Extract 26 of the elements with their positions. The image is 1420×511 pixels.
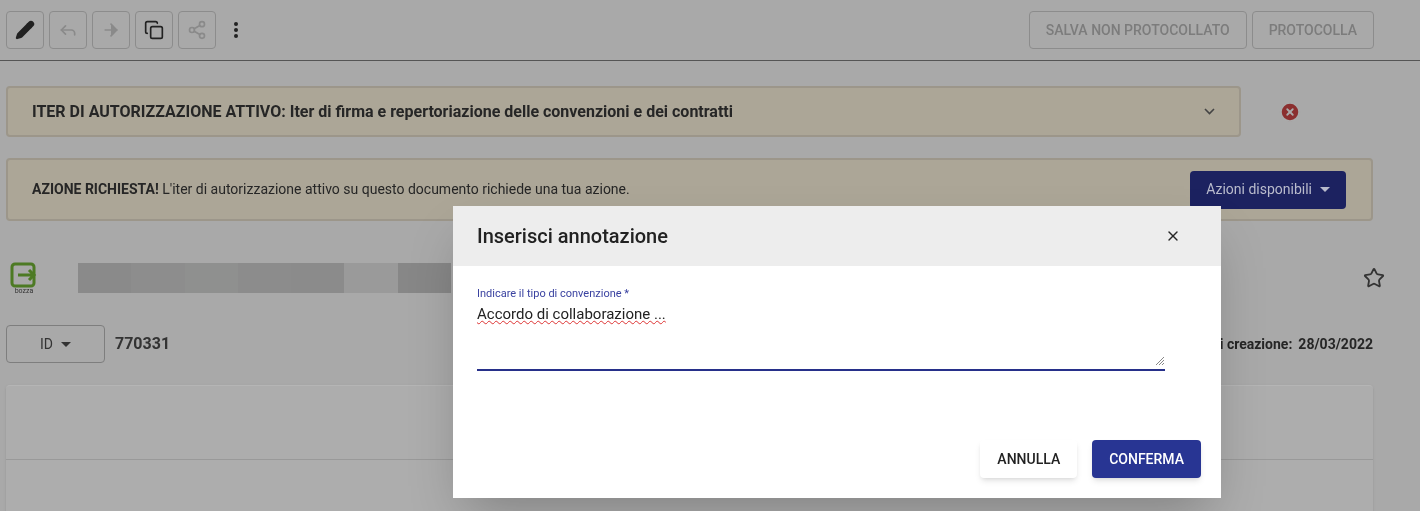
pencil-icon: [15, 20, 35, 40]
share-icon: [187, 20, 207, 40]
iter-banner[interactable]: ITER DI AUTORIZZAZIONE ATTIVO: Iter di firma e repertoriazione delle convenzioni e dei contratti: [6, 86, 1241, 137]
annotation-field[interactable]: Indicare il tipo di convenzione * Accordo di collaborazione ...: [477, 288, 1165, 371]
more-icon: [234, 22, 238, 38]
actions-dropdown-button[interactable]: Azioni disponibili: [1190, 170, 1346, 209]
caret-icon: [61, 341, 71, 347]
confirm-button[interactable]: CONFERMA: [1092, 440, 1201, 478]
creation-date: 28/03/2022: [1298, 334, 1373, 354]
field-value: Accordo di collaborazione ...: [477, 304, 667, 325]
action-message: AZIONE RICHIESTA! L'iter di autorizzazione attivo su questo documento richiede una tua azione.: [32, 180, 631, 199]
document-id: 770331: [115, 333, 171, 355]
iter-banner-title: ITER DI AUTORIZZAZIONE ATTIVO: Iter di firma e repertoriazione delle convenzioni e dei contratti: [32, 100, 734, 123]
field-label: Indicare il tipo di convenzione *: [477, 288, 631, 299]
exit-box-icon: [10, 261, 38, 288]
caret-icon: [1320, 187, 1330, 192]
cancel-button[interactable]: ANNULLA: [980, 440, 1078, 478]
copy-button[interactable]: [135, 11, 173, 49]
edit-button[interactable]: [6, 11, 44, 49]
star-icon[interactable]: [1363, 267, 1385, 289]
resize-handle-icon: [1155, 356, 1165, 366]
dialog-title: Inserisci annotazione: [477, 223, 669, 250]
close-circle-icon[interactable]: [1279, 100, 1301, 123]
id-dropdown[interactable]: ID: [6, 325, 105, 363]
copy-icon: [144, 20, 164, 40]
date-label: i creazione:: [1219, 334, 1293, 354]
